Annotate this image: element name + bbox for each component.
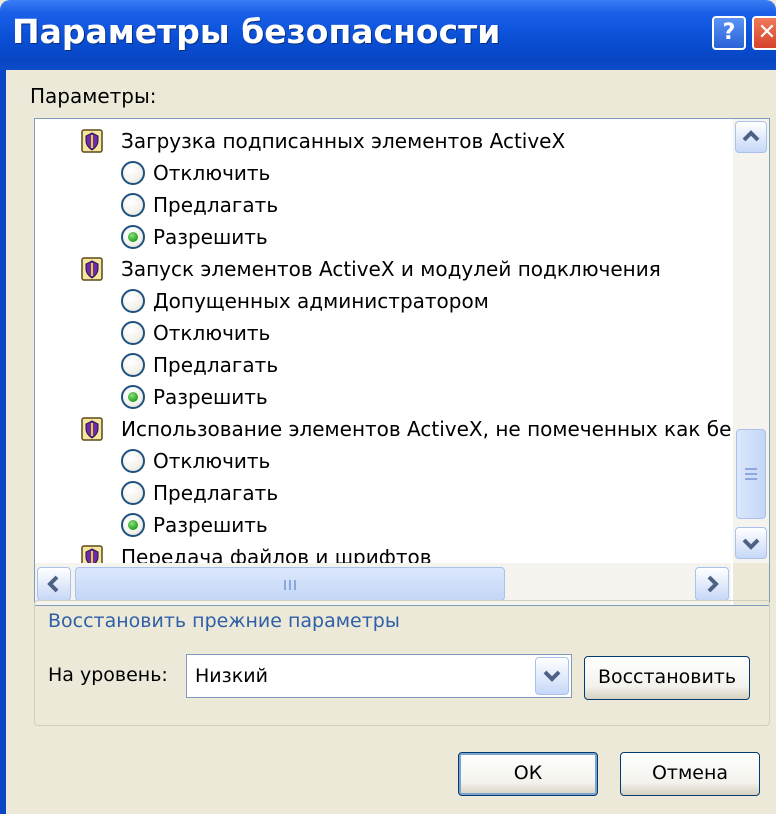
dropdown-button[interactable] — [535, 657, 569, 695]
params-label: Параметры: — [30, 84, 157, 108]
settings-group-label: Передача файлов и шрифтов — [121, 545, 432, 563]
radio-option-label: Отключить — [153, 321, 271, 345]
scroll-left-button[interactable] — [37, 567, 71, 601]
restore-button[interactable]: Восстановить — [584, 656, 750, 700]
radio-option-label: Отключить — [153, 449, 271, 473]
radio-option-label: Допущенных администратором — [153, 289, 489, 313]
window-title: Параметры безопасности — [12, 12, 501, 51]
params-label-text: Параметры: — [30, 84, 157, 108]
level-label: На уровень: — [48, 664, 168, 686]
settings-group-label: Запуск элементов ActiveX и модулей подкл… — [121, 257, 661, 281]
grip-line — [284, 580, 286, 590]
grip-line — [745, 478, 757, 480]
chevron-down-icon — [742, 538, 760, 550]
radio-button[interactable] — [121, 481, 145, 505]
radio-button[interactable] — [121, 513, 145, 537]
settings-list[interactable]: Загрузка подписанных элементов ActiveX От… — [34, 118, 770, 606]
grip-line — [745, 473, 757, 475]
scroll-right-button[interactable] — [695, 567, 729, 601]
radio-button[interactable] — [121, 385, 145, 409]
radio-option-label: Разрешить — [153, 225, 268, 249]
horizontal-scrollbar[interactable] — [35, 563, 731, 605]
radio-option-label: Разрешить — [153, 385, 268, 409]
restore-group-title: Восстановить прежние параметры — [48, 610, 400, 632]
radio-option-label: Разрешить — [153, 513, 268, 537]
radio-option-label: Предлагать — [153, 481, 279, 505]
level-dropdown[interactable]: Низкий — [186, 654, 572, 698]
settings-shield-icon — [81, 417, 103, 441]
radio-button[interactable] — [121, 321, 145, 345]
grip-line — [294, 580, 296, 590]
radio-option-label: Предлагать — [153, 353, 279, 377]
window-frame — [0, 70, 6, 814]
chevron-down-icon — [543, 670, 561, 682]
title-bar[interactable]: Параметры безопасности ? ✕ — [0, 0, 776, 70]
grip-line — [289, 580, 291, 590]
chevron-left-icon — [47, 575, 59, 593]
radio-button[interactable] — [121, 225, 145, 249]
settings-shield-icon — [81, 129, 103, 153]
level-value: Низкий — [195, 665, 268, 687]
scroll-up-button[interactable] — [735, 121, 767, 153]
vertical-scroll-thumb[interactable] — [736, 429, 766, 519]
radio-button[interactable] — [121, 449, 145, 473]
chevron-right-icon — [707, 575, 719, 593]
settings-group-label: Использование элементов ActiveX, не поме… — [121, 417, 731, 441]
vertical-scrollbar[interactable] — [733, 119, 769, 563]
scroll-down-button[interactable] — [735, 527, 767, 559]
radio-option-label: Отключить — [153, 161, 271, 185]
settings-shield-icon — [81, 257, 103, 281]
scrollbar-corner — [733, 563, 769, 605]
settings-tree: Загрузка подписанных элементов ActiveX От… — [35, 119, 731, 563]
radio-button[interactable] — [121, 161, 145, 185]
chevron-up-icon — [742, 130, 760, 142]
security-settings-dialog: Параметры безопасности ? ✕ Параметры: За… — [0, 0, 776, 814]
radio-button[interactable] — [121, 193, 145, 217]
radio-button[interactable] — [121, 353, 145, 377]
settings-shield-icon — [81, 545, 103, 563]
radio-button[interactable] — [121, 289, 145, 313]
close-button[interactable]: ✕ — [752, 16, 776, 50]
help-button[interactable]: ? — [712, 16, 746, 50]
cancel-button[interactable]: Отмена — [620, 752, 760, 796]
grip-line — [745, 468, 757, 470]
settings-group-label: Загрузка подписанных элементов ActiveX — [121, 129, 566, 153]
horizontal-scroll-thumb[interactable] — [75, 567, 505, 601]
radio-option-label: Предлагать — [153, 193, 279, 217]
ok-button[interactable]: ОК — [458, 752, 598, 796]
